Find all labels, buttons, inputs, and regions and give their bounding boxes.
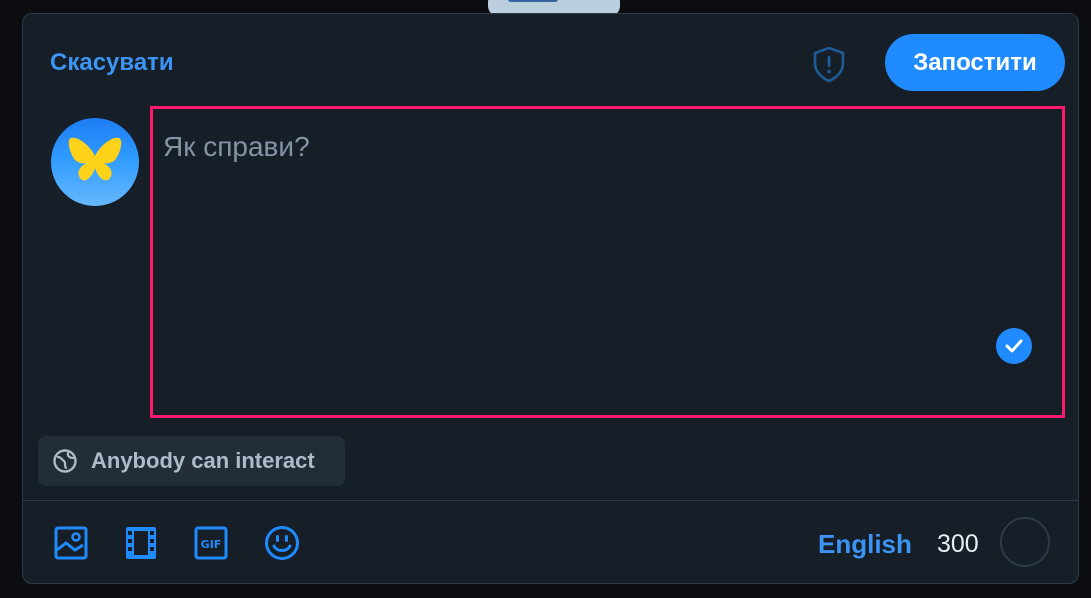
post-button[interactable]: Запостити (885, 34, 1065, 91)
divider (23, 500, 1078, 501)
language-selector[interactable]: English (818, 529, 912, 560)
gif-icon[interactable]: GIF (193, 525, 229, 561)
compose-post-dialog: Скасувати Запостити Як справи? Anybody c… (22, 13, 1079, 584)
image-icon[interactable] (53, 525, 89, 561)
check-icon[interactable] (996, 328, 1032, 364)
post-text-placeholder[interactable]: Як справи? (163, 131, 983, 163)
post-text-editor[interactable]: Як справи? (150, 106, 1065, 418)
cancel-button[interactable]: Скасувати (50, 49, 174, 77)
svg-text:GIF: GIF (201, 538, 222, 551)
emoji-icon[interactable] (264, 525, 300, 561)
interaction-settings-label: Anybody can interact (91, 448, 315, 473)
butterfly-icon (68, 137, 122, 181)
interaction-settings-button[interactable]: Anybody can interact (38, 436, 345, 486)
globe-icon (53, 449, 77, 473)
avatar[interactable] (51, 118, 139, 206)
character-progress-ring (1000, 517, 1050, 567)
shield-exclamation-icon[interactable] (809, 44, 849, 84)
character-count: 300 (937, 530, 979, 558)
video-icon[interactable] (123, 525, 159, 561)
